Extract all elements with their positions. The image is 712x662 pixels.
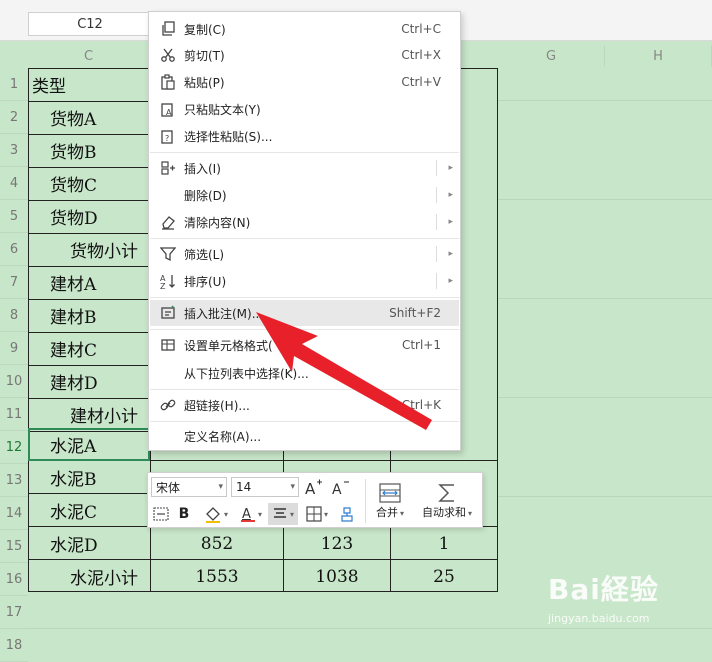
watermark-url: jingyan.baidu.com <box>548 612 650 625</box>
watermark-logo: Bai経验 <box>548 573 659 606</box>
annotation-arrow <box>256 312 432 430</box>
watermark: Bai経验 jingyan.baidu.com <box>548 568 659 625</box>
arrow-shape <box>256 312 432 430</box>
